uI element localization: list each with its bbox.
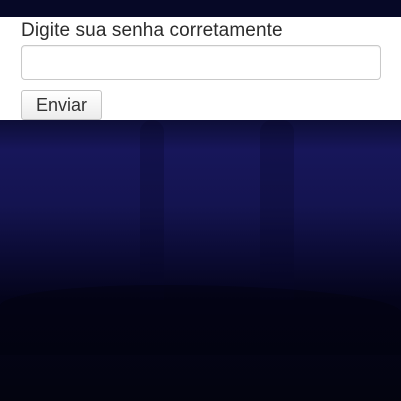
background-tower-left — [140, 120, 164, 300]
password-input[interactable] — [21, 45, 381, 80]
page-background: Digite sua senha corretamente Enviar — [0, 0, 401, 401]
submit-button[interactable]: Enviar — [21, 90, 102, 120]
password-form-panel: Digite sua senha corretamente Enviar — [0, 17, 401, 120]
top-dark-strip — [0, 0, 401, 17]
background-tower-right — [260, 120, 294, 300]
background-skyline — [0, 285, 401, 355]
password-prompt-label: Digite sua senha corretamente — [21, 20, 283, 41]
